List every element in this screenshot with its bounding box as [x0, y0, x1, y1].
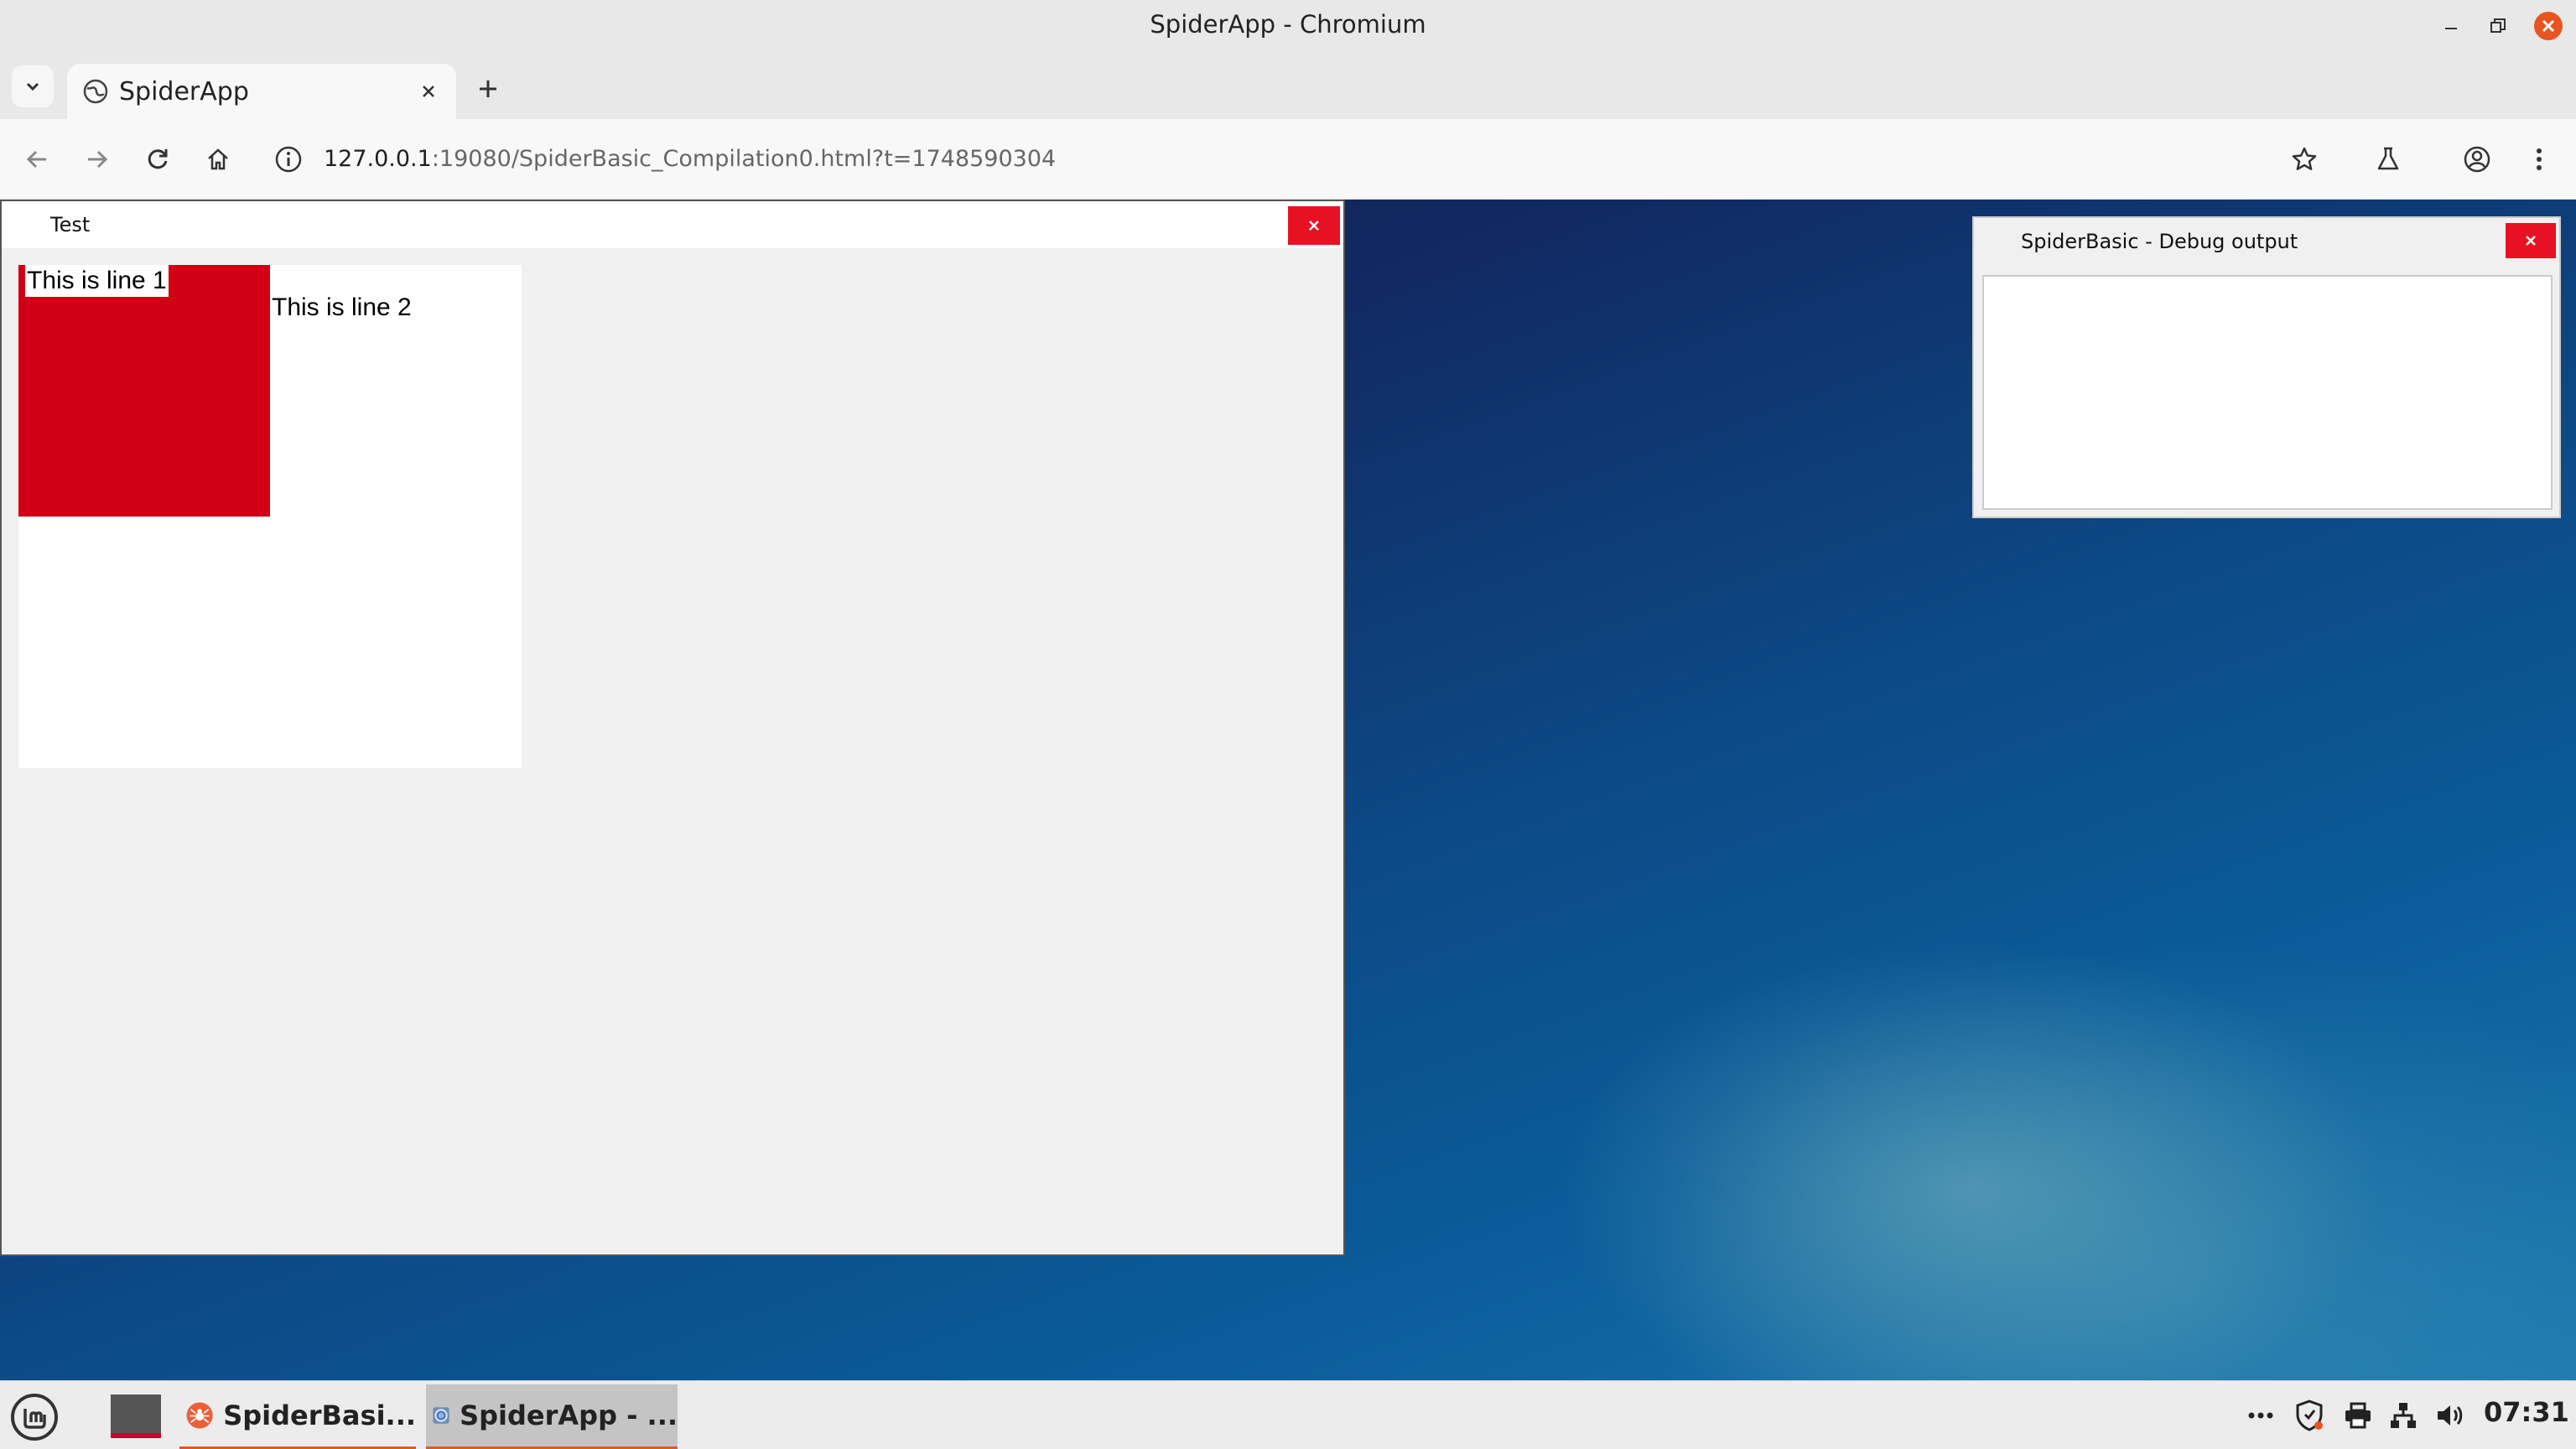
window-title: SpiderApp - Chromium [1150, 10, 1426, 39]
arrow-left-icon [26, 150, 46, 169]
tab-spiderapp[interactable]: SpiderApp [67, 64, 456, 119]
printer-tray[interactable] [2341, 1393, 2375, 1438]
new-tab-button[interactable] [470, 70, 506, 107]
taskbar-item-spiderbasic[interactable]: SpiderBasi... [179, 1384, 416, 1449]
restore-icon [2490, 18, 2506, 33]
debug-output-area[interactable] [1982, 275, 2553, 510]
arrow-right-icon [88, 150, 108, 169]
content-container: This is line 1 This is line 2 [18, 265, 522, 768]
minimize-icon [2445, 28, 2457, 29]
shield-icon [2296, 1400, 2323, 1431]
tab-title: SpiderApp [119, 77, 249, 106]
close-icon [1309, 221, 1319, 231]
clock[interactable]: 07:31 [2484, 1396, 2569, 1428]
info-icon[interactable] [273, 144, 304, 174]
star-icon [2292, 147, 2317, 170]
window-titlebar: SpiderApp - Chromium [0, 0, 2576, 52]
test-window-titlebar[interactable]: Test [2, 201, 1343, 248]
url-text: 127.0.0.1:19080/SpiderBasic_Compilation0… [324, 146, 1056, 172]
tab-strip: SpiderApp [0, 52, 2576, 119]
test-window: Test This is line 1 This is line 2 [0, 200, 1345, 1256]
labs-button[interactable] [2368, 139, 2408, 179]
close-icon [2526, 236, 2536, 246]
browser-toolbar: 127.0.0.1:19080/SpiderBasic_Compilation0… [0, 119, 2576, 200]
network-icon [2391, 1403, 2416, 1428]
debug-window-close-button[interactable] [2506, 223, 2556, 258]
chevron-down-icon [26, 82, 39, 91]
url-host: 127.0.0.1 [324, 146, 432, 172]
address-bar[interactable]: 127.0.0.1:19080/SpiderBasic_Compilation0… [265, 129, 2252, 190]
taskbar-item-chromium[interactable]: SpiderApp - ... [426, 1384, 678, 1449]
home-icon [208, 148, 228, 170]
update-manager-tray[interactable] [2293, 1393, 2326, 1438]
menu-button[interactable] [2519, 139, 2559, 179]
profile-button[interactable] [2457, 139, 2497, 179]
reload-button[interactable] [138, 139, 178, 179]
reload-icon [148, 149, 168, 169]
test-window-close-button[interactable] [1288, 206, 1340, 245]
restore-button[interactable] [2484, 12, 2512, 40]
volume-tray[interactable] [2433, 1393, 2467, 1438]
plus-icon [480, 80, 496, 97]
close-icon [423, 86, 434, 97]
more-vert-icon [2537, 148, 2542, 170]
line-2-text: This is line 2 [272, 293, 412, 321]
show-desktop-button[interactable] [111, 1394, 161, 1438]
line-1-text: This is line 1 [25, 265, 169, 297]
printer-icon [2345, 1402, 2371, 1429]
home-button[interactable] [198, 139, 238, 179]
account-icon [2464, 146, 2490, 173]
chromium-icon [433, 1407, 449, 1424]
flask-icon [2377, 147, 2399, 170]
spider-icon [186, 1402, 213, 1429]
taskbar-item-label: SpiderApp - ... [460, 1400, 678, 1431]
close-window-button[interactable] [2534, 12, 2563, 40]
back-button[interactable] [17, 139, 57, 179]
debug-window-title: SpiderBasic - Debug output [2021, 230, 2298, 253]
forward-button[interactable] [77, 139, 117, 179]
more-horiz-icon [2248, 1412, 2273, 1419]
debug-output-window: SpiderBasic - Debug output [1972, 216, 2561, 518]
globe-icon [83, 79, 108, 104]
tray-overflow-button[interactable] [2244, 1393, 2277, 1438]
test-window-title: Test [50, 213, 91, 236]
start-menu-button[interactable] [8, 1391, 60, 1443]
taskbar: SpiderBasi... SpiderApp - ... 07:31 [0, 1380, 2576, 1449]
url-path: :19080/SpiderBasic_Compilation0.html?t=1… [431, 146, 1057, 172]
mint-logo-icon [11, 1394, 58, 1441]
tab-close-button[interactable] [413, 75, 444, 107]
taskbar-item-label: SpiderBasi... [223, 1400, 416, 1431]
tab-search-button[interactable] [12, 65, 54, 107]
close-icon [2542, 19, 2555, 33]
bookmark-button[interactable] [2284, 139, 2324, 179]
volume-icon [2438, 1405, 2463, 1426]
minimize-button[interactable] [2437, 12, 2465, 40]
red-box [18, 265, 270, 517]
network-tray[interactable] [2386, 1393, 2420, 1438]
